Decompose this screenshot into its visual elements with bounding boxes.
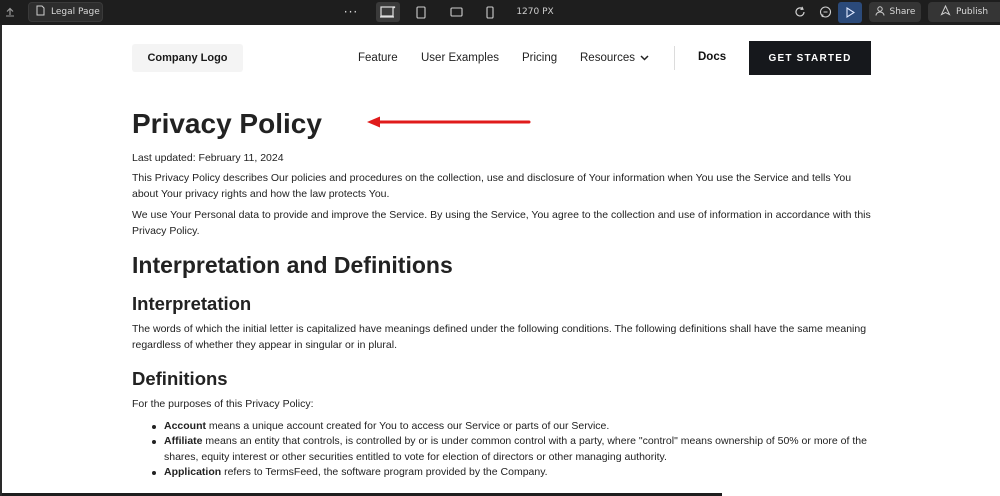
nav-resources-label: Resources (580, 52, 635, 64)
user-icon (875, 5, 885, 19)
page-canvas: Company Logo Feature User Examples Prici… (2, 25, 1000, 496)
nav-divider (674, 46, 675, 70)
more-options-icon[interactable]: ··· (343, 4, 359, 20)
definition-text: refers to TermsFeed, the software progra… (221, 466, 548, 478)
refresh-icon[interactable] (791, 3, 809, 21)
privacy-content: Privacy Policy Last updated: February 11… (132, 105, 872, 481)
canvas-width-label[interactable]: 1270 PX (512, 5, 558, 19)
desktop-view-button[interactable] (376, 2, 400, 22)
tablet-view-button[interactable] (409, 2, 433, 22)
preview-button[interactable] (838, 2, 862, 23)
last-updated: Last updated: February 11, 2024 (132, 152, 284, 164)
page-icon (36, 5, 45, 19)
nav-resources[interactable]: Resources (580, 52, 649, 64)
definition-text: means an entity that controls, is contro… (164, 435, 867, 463)
definition-term: Affiliate (164, 435, 203, 447)
intro-paragraph-1: This Privacy Policy describes Our polici… (132, 172, 852, 200)
definitions-intro: For the purposes of this Privacy Policy: (132, 398, 314, 410)
list-item: Application refers to TermsFeed, the sof… (152, 465, 872, 481)
page-tab-label: Legal Page (51, 7, 100, 17)
get-started-button[interactable]: GET STARTED (749, 41, 871, 75)
definition-text: means a unique account created for You t… (206, 419, 610, 432)
interpretation-paragraph: The words of which the initial letter is… (132, 323, 867, 351)
collapse-panel-icon[interactable] (3, 5, 17, 19)
annotation-arrow-icon (367, 116, 531, 128)
comments-icon[interactable] (816, 3, 834, 21)
share-label: Share (889, 7, 916, 17)
mobile-view-button[interactable] (478, 2, 502, 22)
page-selector[interactable]: Legal Page (28, 2, 103, 22)
definitions-heading: Definitions (132, 368, 228, 389)
section-heading: Interpretation and Definitions (132, 252, 453, 278)
rocket-icon (940, 4, 951, 19)
intro-paragraph-2: We use Your Personal data to provide and… (132, 209, 871, 237)
company-logo[interactable]: Company Logo (132, 44, 243, 72)
nav-user-examples[interactable]: User Examples (421, 52, 499, 64)
nav-feature[interactable]: Feature (358, 52, 398, 64)
list-item: Account means a unique account created f… (152, 419, 872, 435)
publish-button[interactable]: Publish (928, 2, 1000, 22)
definitions-list: Account means a unique account created f… (132, 419, 872, 481)
definition-term: Application (164, 466, 222, 478)
editor-toolbar: Legal Page ··· 1270 PX Share Publish (0, 0, 1000, 25)
interpretation-heading: Interpretation (132, 293, 252, 314)
share-button[interactable]: Share (869, 2, 921, 22)
landscape-view-button[interactable] (444, 2, 468, 22)
publish-label: Publish (955, 7, 989, 17)
definition-term: Account (164, 419, 206, 432)
nav-docs[interactable]: Docs (698, 51, 726, 63)
nav-pricing[interactable]: Pricing (522, 52, 557, 64)
chevron-down-icon (640, 52, 649, 64)
list-item: Affiliate means an entity that controls,… (152, 434, 872, 465)
